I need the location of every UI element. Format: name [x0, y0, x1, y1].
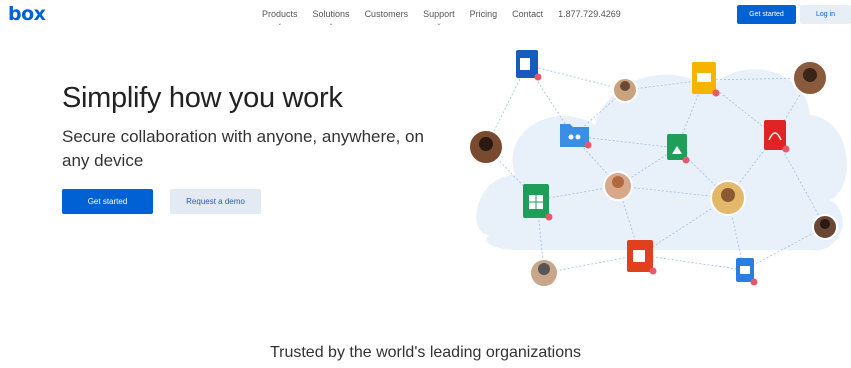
avatar — [529, 258, 559, 288]
nav-link-customers[interactable]: Customers — [365, 9, 409, 19]
slides-doc-icon — [692, 62, 720, 97]
avatar — [710, 180, 746, 216]
image-doc-icon — [667, 134, 690, 164]
top-nav: box Products ⌄ Solutions ⌄ Customers Suppo… — [0, 0, 851, 30]
chevron-down-icon: ⌄ — [436, 21, 442, 27]
nav-link-pricing[interactable]: Pricing — [470, 9, 498, 19]
nav-link-products[interactable]: Products ⌄ — [262, 9, 298, 27]
collaboration-illustration — [460, 40, 851, 300]
nav-link-solutions[interactable]: Solutions ⌄ — [313, 9, 350, 27]
pdf-doc-icon — [764, 120, 790, 153]
avatar — [612, 77, 638, 103]
nav-get-started-button[interactable]: Get started — [737, 5, 796, 24]
login-button[interactable]: Log in — [800, 5, 851, 24]
nav-link-contact[interactable]: Contact — [512, 9, 543, 19]
avatar — [603, 171, 633, 201]
nav-link-support[interactable]: Support ⌄ — [423, 9, 455, 27]
hero-subtitle: Secure collaboration with anyone, anywhe… — [62, 127, 424, 170]
box-logo[interactable]: box — [8, 3, 46, 25]
chevron-down-icon: ⌄ — [277, 21, 283, 27]
powerpoint-doc-icon — [627, 240, 657, 275]
request-demo-button[interactable]: Request a demo — [170, 189, 261, 214]
sheets-doc-icon — [523, 184, 553, 221]
hero-get-started-button[interactable]: Get started — [62, 189, 153, 214]
folder-shared-icon — [560, 124, 592, 149]
word-doc-icon — [516, 50, 542, 81]
hero-title: Simplify how you work — [62, 82, 343, 114]
avatar — [812, 214, 838, 240]
avatar — [468, 129, 504, 165]
chevron-down-icon: ⌄ — [328, 21, 334, 27]
video-doc-icon — [736, 258, 758, 286]
avatar — [792, 60, 828, 96]
cloud-shape — [476, 69, 847, 251]
nav-links: Products ⌄ Solutions ⌄ Customers Support ⌄ … — [262, 9, 621, 27]
trusted-heading: Trusted by the world's leading organizat… — [269, 344, 582, 361]
phone-number[interactable]: 1.877.729.4269 — [558, 9, 621, 19]
